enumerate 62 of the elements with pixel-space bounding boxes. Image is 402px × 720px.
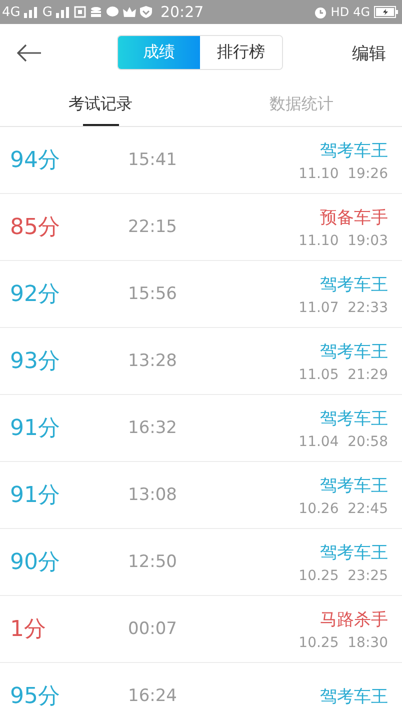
duration: 22:15 (128, 217, 178, 237)
rank-title: 驾考车王 (320, 542, 388, 564)
network-label: G (42, 4, 52, 20)
record-date: 10.25 18:30 (298, 634, 388, 650)
rank-title: 驾考车王 (320, 686, 388, 708)
chat-bubble-icon (106, 6, 120, 18)
record-row[interactable]: 93分 13:28 驾考车王 11.05 21:29 (0, 328, 402, 395)
record-date: 11.07 22:33 (298, 300, 388, 316)
record-row[interactable]: 91分 13:08 驾考车王 10.26 22:45 (0, 462, 402, 529)
record-date: 11.10 19:26 (298, 166, 388, 182)
edit-button[interactable]: 编辑 (352, 36, 386, 70)
rank-title: 驾考车王 (320, 408, 388, 430)
rank-title: 预备车手 (320, 206, 388, 228)
rank-title: 驾考车王 (320, 274, 388, 296)
database-icon (90, 6, 102, 18)
record-row[interactable]: 92分 15:56 驾考车王 11.07 22:33 (0, 261, 402, 328)
network-label: HD (330, 5, 350, 19)
duration: 15:56 (128, 284, 178, 304)
rank-title: 驾考车王 (320, 140, 388, 162)
score: 85分 (10, 214, 61, 242)
network-label: 4G (353, 5, 370, 19)
record-row[interactable]: 94分 15:41 驾考车王 11.10 19:26 (0, 127, 402, 194)
back-arrow-icon[interactable] (16, 44, 42, 62)
record-row[interactable]: 95分 16:24 驾考车王 (0, 663, 402, 720)
duration: 15:41 (128, 150, 178, 170)
duration: 16:24 (128, 686, 178, 706)
score: 91分 (10, 482, 61, 510)
segment-tab[interactable]: 成绩 (118, 36, 200, 69)
signal-icon (56, 6, 70, 18)
score: 94分 (10, 147, 61, 175)
record-date: 11.05 21:29 (298, 366, 388, 382)
record-date: 11.10 19:03 (298, 232, 388, 248)
duration: 16:32 (128, 418, 178, 438)
record-row[interactable]: 1分 00:07 马路杀手 10.25 18:30 (0, 596, 402, 663)
shield-icon (140, 6, 152, 18)
alarm-clock-icon (314, 6, 327, 18)
record-row[interactable]: 91分 16:32 驾考车王 11.04 20:58 (0, 395, 402, 462)
score: 91分 (10, 415, 61, 443)
record-date: 11.04 20:58 (298, 434, 388, 450)
score: 92分 (10, 281, 61, 309)
score: 90分 (10, 549, 61, 577)
rank-title: 驾考车王 (320, 340, 388, 362)
signal-icon (24, 6, 38, 18)
clock-time: 20:27 (160, 3, 204, 21)
duration: 12:50 (128, 552, 178, 572)
tab[interactable]: 数据统计 (266, 82, 338, 126)
rank-title: 驾考车王 (320, 474, 388, 496)
record-date: 10.25 23:25 (298, 568, 388, 584)
duration: 00:07 (128, 619, 178, 639)
record-row[interactable]: 90分 12:50 驾考车王 10.25 23:25 (0, 529, 402, 596)
battery-icon (374, 6, 398, 18)
record-row[interactable]: 85分 22:15 预备车手 11.10 19:03 (0, 194, 402, 261)
score: 95分 (10, 683, 61, 711)
record-date: 10.26 22:45 (298, 500, 388, 516)
rank-title: 马路杀手 (320, 608, 388, 630)
duration: 13:28 (128, 351, 178, 371)
tab[interactable]: 考试记录 (64, 82, 136, 126)
network-label: 4G (2, 4, 20, 20)
crown-icon (123, 7, 136, 17)
score: 93分 (10, 348, 61, 376)
score: 1分 (10, 616, 47, 644)
duration: 13:08 (128, 485, 178, 505)
